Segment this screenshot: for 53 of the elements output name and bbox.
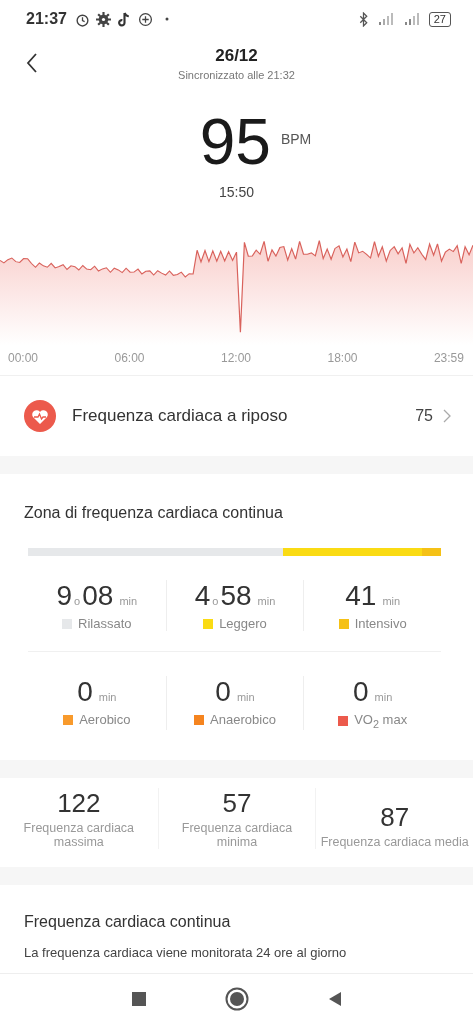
hours-unit: o	[212, 595, 219, 607]
page-title: 26/12	[215, 45, 258, 66]
zone-hours: 4	[194, 580, 211, 612]
heart-rate-value: 95	[199, 110, 271, 174]
stat-value: 87	[380, 801, 410, 833]
zone-label: Leggero	[219, 616, 267, 631]
axis-label: 12:00	[220, 351, 251, 367]
minutes-unit: min	[119, 595, 138, 607]
battery-indicator: 27	[428, 11, 451, 27]
back-button[interactable]	[26, 52, 38, 74]
zone-minutes: 0	[77, 676, 93, 708]
recent-apps-button[interactable]	[130, 991, 147, 1007]
zone-hours: 9	[56, 580, 73, 612]
heart-rate-unit: BPM	[280, 131, 312, 147]
stat-label: Frequenza cardiaca massima	[22, 820, 136, 849]
gear-icon	[95, 11, 111, 27]
plus-circle-icon	[137, 11, 153, 27]
minutes-unit: min	[374, 691, 393, 703]
axis-label: 18:00	[327, 351, 358, 367]
stat-value: 57	[222, 787, 252, 819]
stat-label: Frequenza cardiaca media	[319, 834, 470, 849]
notification-dot-icon	[164, 17, 169, 21]
zone-label: Aerobico	[79, 712, 131, 727]
hours-unit: o	[74, 595, 81, 607]
chevron-right-icon	[443, 409, 451, 423]
stat-label: Frequenza cardiaca minima	[180, 820, 294, 849]
measurement-time: 15:50	[218, 184, 254, 200]
section-title: Zona di frequenza cardiaca continua	[24, 504, 284, 522]
zone-minutes: 41	[345, 580, 377, 612]
zone-minutes: 0	[215, 676, 231, 708]
home-button[interactable]	[224, 987, 249, 1011]
minutes-unit: min	[98, 691, 117, 703]
section-title: Frequenza cardiaca continua	[24, 912, 232, 931]
sync-status: Sincronizzato alle 21:32	[178, 68, 295, 81]
zone-label: Rilassato	[78, 616, 132, 631]
zone-label: VO$_{2}$ max	[354, 712, 408, 730]
resting-value: 75	[415, 407, 433, 425]
clock-time: 21:37	[26, 10, 67, 28]
description-text: La frequenza cardiaca viene monitorata 24 ore al giorno	[24, 944, 348, 960]
zone-minutes: 58	[220, 580, 252, 612]
music-note-icon	[116, 11, 132, 27]
zone-label: Anaerobico	[210, 712, 276, 727]
minutes-unit: min	[236, 691, 255, 703]
axis-label: 00:00	[8, 351, 39, 367]
axis-label: 06:00	[114, 351, 145, 367]
stat-value: 122	[57, 787, 101, 819]
resting-label: Frequenza cardiaca a riposo	[72, 406, 289, 426]
zone-label: Intensivo	[354, 616, 407, 631]
zone-minutes: 0	[353, 676, 369, 708]
axis-label: 23:59	[433, 351, 464, 367]
minutes-unit: min	[382, 595, 401, 607]
minutes-unit: min	[257, 595, 276, 607]
zone-minutes: 08	[82, 580, 114, 612]
